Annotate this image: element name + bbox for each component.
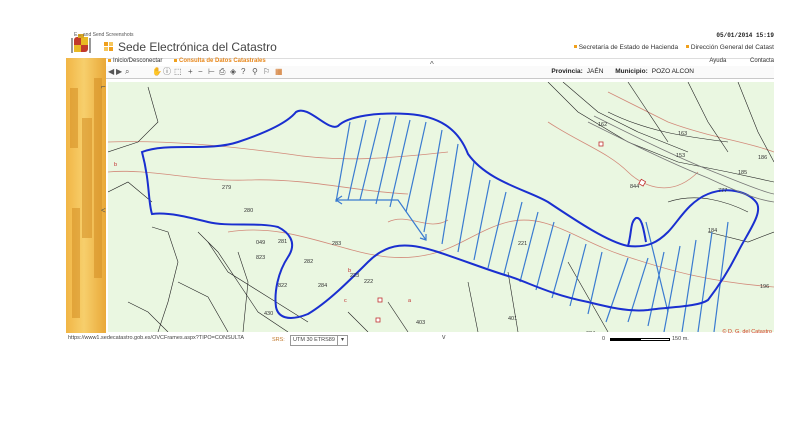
catastro-window: E... and Send Screenshots 05/01/2014 15:…: [66, 30, 774, 346]
cadastral-map[interactable]: 162 163 153 186 185 844 777 184 196 197 …: [108, 82, 774, 332]
parcel-label: 221: [518, 241, 528, 247]
parcel-label: 283: [332, 241, 342, 247]
location-info: Provincia: JAÉN Municipio: POZO ALCON: [551, 68, 704, 75]
parcel-label: 284: [318, 283, 328, 289]
parcel-label: 279: [222, 185, 232, 191]
parcel-label: 281: [278, 239, 288, 245]
menu-bar: Inicio/Desconectar Consulta de Datos Cat…: [106, 58, 774, 66]
menu-inicio[interactable]: Inicio/Desconectar: [108, 58, 162, 64]
export-icon[interactable]: ▦: [275, 67, 283, 77]
menu-right: Ayuda Contacta: [687, 58, 774, 64]
link-icon[interactable]: ⚐: [263, 67, 270, 77]
building-markers: [375, 141, 647, 323]
scale-bar-segment: [640, 338, 670, 341]
header: E... and Send Screenshots 05/01/2014 15:…: [66, 30, 774, 59]
srs-select[interactable]: UTM 30 ETRS89 ▾: [290, 335, 348, 346]
contour-lines: [108, 91, 774, 288]
map-canvas[interactable]: [108, 82, 774, 332]
parcel-label: 280: [244, 208, 254, 214]
select-icon[interactable]: ⬚: [174, 67, 182, 77]
marker-icon[interactable]: ⚲: [252, 67, 258, 77]
parcel-label: 844: [630, 184, 640, 190]
road-lines: [587, 115, 774, 203]
screenshot-caption: E... and Send Screenshots: [74, 32, 134, 38]
parcel-label: 777: [718, 188, 728, 194]
parcel-label: 162: [598, 122, 608, 128]
menu-contacta[interactable]: Contacta: [750, 58, 774, 64]
link-direccion-general[interactable]: Dirección General del Catast: [691, 44, 774, 51]
provincia-value: JAÉN: [586, 68, 604, 75]
pan-left-arrow[interactable]: <: [101, 206, 106, 215]
parcel-label: 401: [508, 316, 518, 322]
pan-icon[interactable]: ✋: [152, 67, 162, 77]
provincia-label: Provincia:: [551, 68, 583, 75]
parcel-label: 185: [738, 170, 748, 176]
info-icon[interactable]: ⓘ: [163, 67, 171, 77]
parcel-label: 823: [256, 255, 266, 261]
pan-up-arrow[interactable]: ^: [430, 60, 434, 70]
subparcel-mark: c: [344, 298, 347, 304]
layers-icon[interactable]: ◈: [230, 67, 236, 77]
parcel-label: 223: [350, 273, 360, 279]
scale-end: 150 m.: [672, 336, 689, 342]
subparcel-mark: a: [408, 298, 412, 304]
highlighted-parcel-boundary[interactable]: [140, 109, 759, 319]
parcel-label: 196: [760, 284, 770, 290]
municipio-label: Municipio:: [615, 68, 648, 75]
menu-consulta[interactable]: Consulta de Datos Catastrales: [174, 58, 266, 64]
srs-value: UTM 30 ETRS89: [293, 337, 335, 343]
bullet-icon: [685, 45, 689, 48]
parcel-label: 684: [586, 331, 595, 332]
srs-label: SRS:: [272, 337, 285, 343]
parcel-label: 282: [304, 259, 314, 265]
parcel-label: 163: [678, 131, 688, 137]
chevron-down-icon: ▾: [337, 336, 347, 345]
parcel-label: 403: [416, 320, 426, 326]
bullet-icon: [174, 59, 177, 62]
municipio-value: POZO ALCON: [651, 68, 694, 75]
site-title: Sede Electrónica del Catastro: [118, 40, 277, 54]
subparcel-mark: b: [114, 162, 118, 168]
date-time: 05/01/2014 15:19: [716, 32, 774, 39]
parcel-label: 186: [758, 155, 768, 161]
parcel-label: 184: [708, 228, 718, 234]
bullet-icon: [573, 45, 577, 48]
parcel-label: 822: [278, 283, 288, 289]
scale-start: 0: [602, 336, 606, 342]
bullet-icon: [108, 59, 111, 62]
print-icon[interactable]: ⎙: [219, 67, 225, 77]
zoom-out-icon[interactable]: −: [198, 67, 203, 77]
pan-down-arrow[interactable]: v: [442, 334, 446, 341]
corner-marker: ⌐: [101, 82, 106, 91]
help-icon[interactable]: ?: [241, 67, 245, 77]
parcel-label: 049: [256, 240, 266, 246]
forward-icon[interactable]: ▶: [116, 67, 122, 77]
map-toolbar: ◀ ▶ ⌕ ✋ ⓘ ⬚ + − ⊢ ⎙ ◈ ? ⚲ ⚐ ▦ ^ Provinci…: [106, 60, 774, 79]
catastro-logo-icon: [104, 42, 114, 52]
zoom-in-icon[interactable]: +: [188, 67, 193, 77]
measure-icon[interactable]: ⊢: [208, 67, 215, 77]
header-links: Secretaría de Estado de Hacienda Direcci…: [568, 44, 774, 51]
boundary-spur: [627, 216, 647, 247]
parcel-label: 153: [676, 153, 686, 159]
subparcel-mark: b: [348, 268, 352, 274]
decorative-strip: [66, 58, 106, 346]
parcel-lines: [108, 82, 774, 332]
parcel-label: 430: [264, 311, 274, 317]
back-icon[interactable]: ◀: [108, 67, 114, 77]
page-url: https://www1.sedecatastro.gob.es/OVCFram…: [68, 335, 245, 341]
status-bar: https://www1.sedecatastro.gob.es/OVCFram…: [66, 329, 774, 346]
parcel-label: 222: [364, 279, 374, 285]
link-secretaria[interactable]: Secretaría de Estado de Hacienda: [579, 44, 678, 51]
copyright: © D. G. del Catastro: [722, 329, 772, 335]
menu-ayuda[interactable]: Ayuda: [709, 58, 726, 64]
direction-arrow: [334, 195, 427, 241]
hatch-lines: [335, 115, 729, 332]
zoom-icon[interactable]: ⌕: [125, 67, 129, 77]
